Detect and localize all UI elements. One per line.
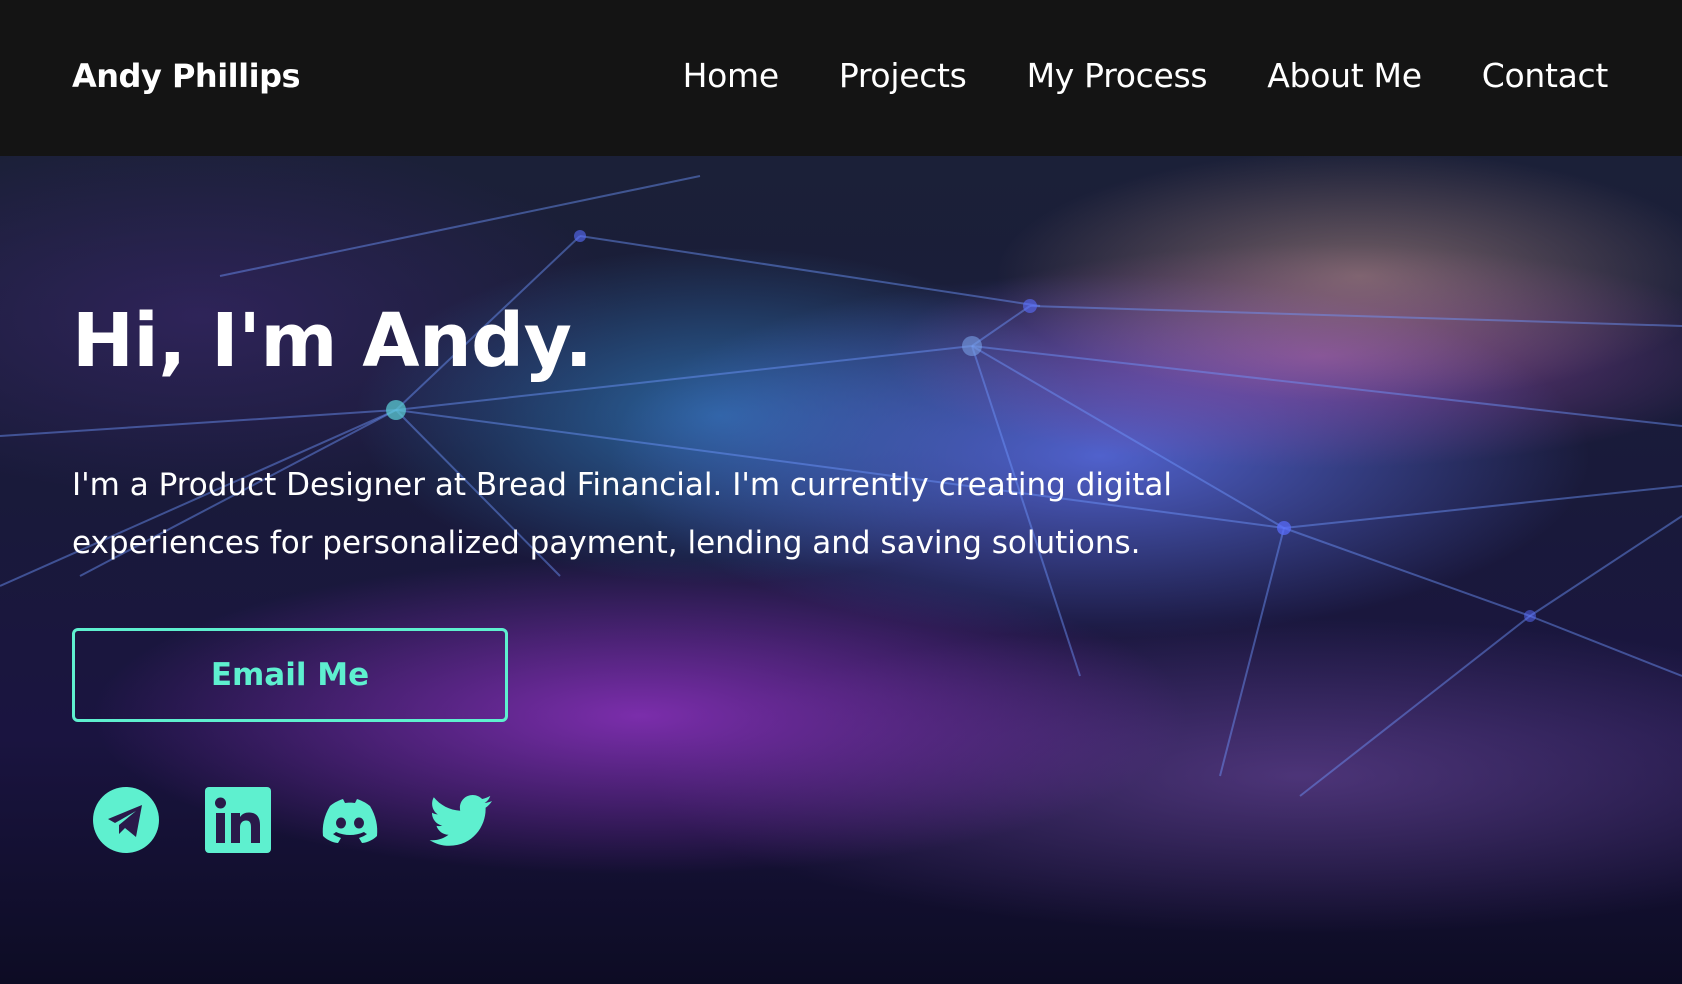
linkedin-icon: [205, 787, 271, 853]
hero-description: I'm a Product Designer at Bread Financia…: [72, 467, 1173, 561]
nav-contact[interactable]: Contact: [1482, 54, 1609, 98]
nav-projects[interactable]: Projects: [839, 54, 967, 98]
email-me-button-label: Email Me: [210, 657, 370, 693]
site-header: Andy Phillips Home Projects My Process A…: [0, 0, 1682, 156]
twitter-icon: [429, 795, 492, 846]
hero-section: Hi, I'm Andy. I'm a Product Designer at …: [0, 156, 1682, 984]
nav-my-process[interactable]: My Process: [1027, 54, 1208, 98]
site-logo[interactable]: Andy Phillips: [72, 54, 301, 98]
discord-icon: [322, 799, 378, 843]
twitter-link[interactable]: [428, 786, 496, 854]
linkedin-link[interactable]: [204, 786, 272, 854]
discord-link[interactable]: [316, 786, 384, 854]
social-links: [92, 786, 540, 854]
email-me-button[interactable]: Email Me: [72, 628, 508, 722]
hero-heading: Hi, I'm Andy.: [72, 298, 593, 384]
main-nav: Home Projects My Process About Me Contac…: [623, 54, 1609, 98]
nav-about-me[interactable]: About Me: [1267, 54, 1422, 98]
telegram-icon: [93, 787, 159, 853]
nav-home[interactable]: Home: [683, 54, 780, 98]
telegram-link[interactable]: [92, 786, 160, 854]
